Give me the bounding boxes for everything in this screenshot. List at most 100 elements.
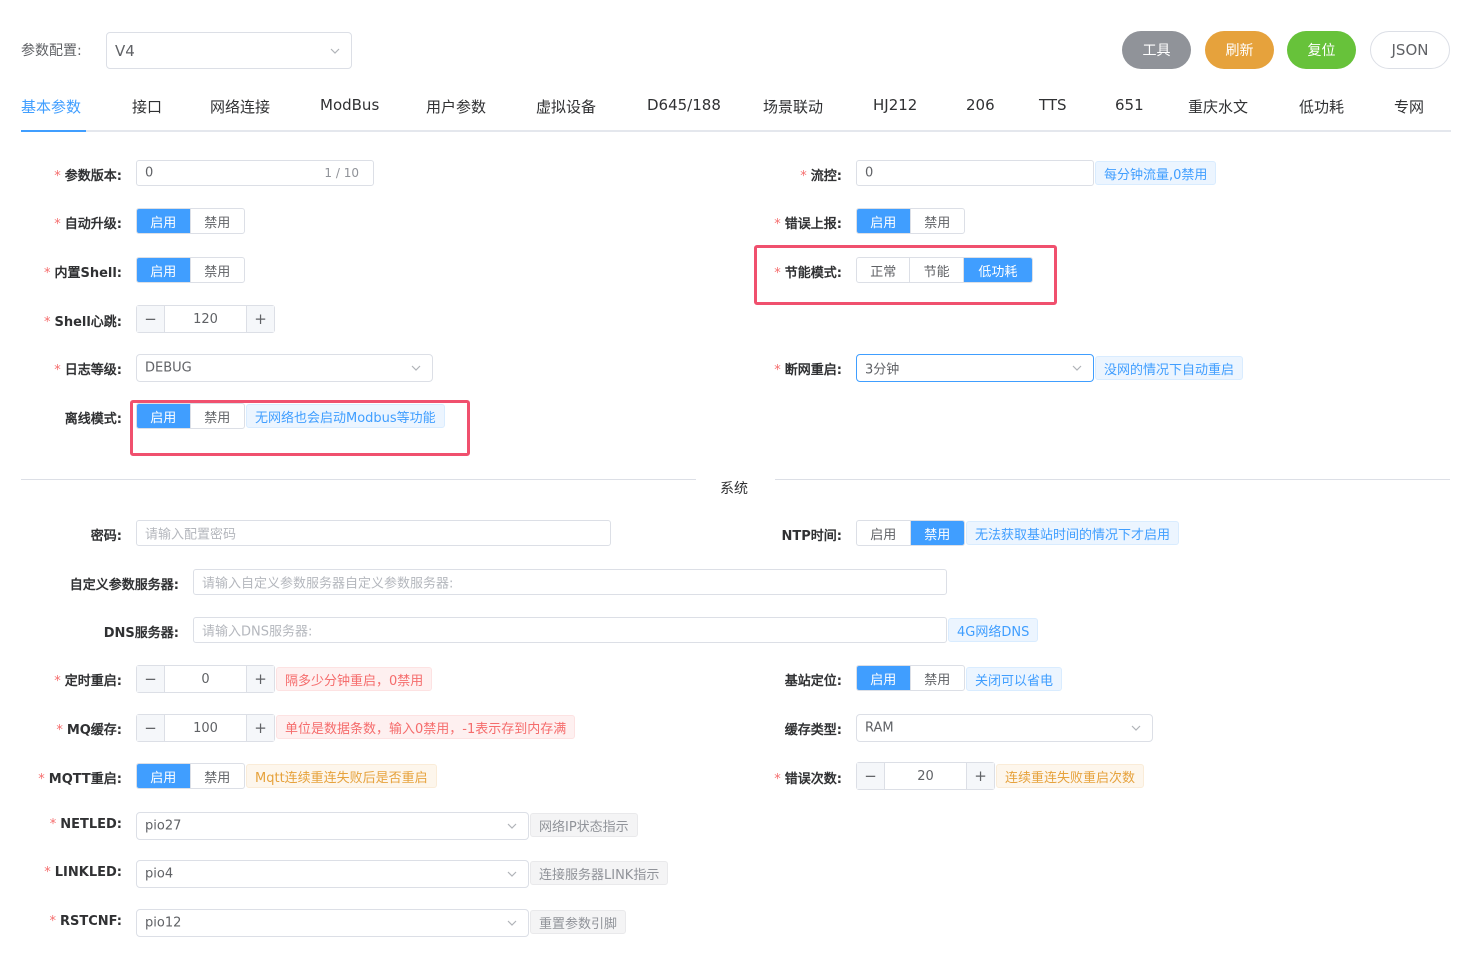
base-station-disable[interactable]: 禁用 bbox=[911, 666, 965, 690]
chevron-down-icon bbox=[1072, 365, 1082, 371]
error-count-label: * 错误次数: bbox=[774, 772, 842, 787]
log-level-select[interactable]: DEBUG bbox=[136, 354, 433, 382]
flow-control-hint: 每分钟流量,0禁用 bbox=[1095, 161, 1217, 185]
mqtt-restart-hint: Mqtt连续重连失败后是否重启 bbox=[246, 764, 437, 788]
shell-heartbeat-stepper: − 120 + bbox=[136, 305, 275, 333]
error-count-stepper: − 20 + bbox=[856, 762, 995, 790]
base-station-enable[interactable]: 启用 bbox=[857, 666, 911, 690]
mq-cache-stepper: − 100 + bbox=[136, 714, 275, 742]
tab-chongqing-hydrology[interactable]: 重庆水文 bbox=[1188, 96, 1248, 117]
tab-206[interactable]: 206 bbox=[966, 96, 995, 114]
linkled-select[interactable]: pio4 bbox=[136, 860, 529, 888]
linkled-hint: 连接服务器LINK指示 bbox=[530, 861, 669, 885]
offline-restart-label: * 断网重启: bbox=[774, 363, 842, 378]
tab-interface[interactable]: 接口 bbox=[132, 96, 162, 117]
chevron-down-icon bbox=[411, 365, 421, 371]
chevron-down-icon bbox=[507, 920, 517, 926]
netled-hint: 网络IP状态指示 bbox=[530, 813, 638, 837]
chevron-down-icon bbox=[507, 823, 517, 829]
increment-button[interactable]: + bbox=[966, 763, 994, 789]
mqtt-restart-label: * MQTT重启: bbox=[38, 772, 122, 787]
custom-server-input[interactable]: 请输入自定义参数服务器自定义参数服务器: bbox=[193, 569, 947, 595]
timed-restart-stepper: − 0 + bbox=[136, 665, 275, 693]
password-input[interactable]: 请输入配置密码 bbox=[136, 520, 611, 546]
netled-select[interactable]: pio27 bbox=[136, 812, 529, 840]
tab-hj212[interactable]: HJ212 bbox=[873, 96, 917, 114]
builtin-shell-enable[interactable]: 启用 bbox=[137, 258, 191, 282]
tab-scene-linkage[interactable]: 场景联动 bbox=[763, 96, 823, 117]
auto-upgrade-disable[interactable]: 禁用 bbox=[191, 209, 245, 233]
decrement-button[interactable]: − bbox=[857, 763, 885, 789]
tab-modbus[interactable]: ModBus bbox=[320, 96, 379, 114]
error-report-enable[interactable]: 启用 bbox=[857, 209, 911, 233]
char-counter: 1 / 10 bbox=[324, 166, 359, 180]
decrement-button[interactable]: − bbox=[137, 666, 165, 692]
param-version-label: * 参数版本: bbox=[54, 169, 122, 184]
timed-restart-hint: 隔多少分钟重启，0禁用 bbox=[276, 667, 433, 691]
tab-private-network[interactable]: 专网 bbox=[1394, 96, 1424, 117]
flow-control-label: * 流控: bbox=[800, 169, 842, 184]
param-version-input[interactable]: 0 1 / 10 bbox=[136, 160, 374, 186]
config-version-select[interactable]: V4 bbox=[106, 32, 352, 69]
highlight-box bbox=[754, 245, 1057, 305]
increment-button[interactable]: + bbox=[246, 306, 274, 332]
rstcnf-select[interactable]: pio12 bbox=[136, 909, 529, 937]
tool-button[interactable]: 工具 bbox=[1122, 31, 1191, 69]
flow-control-input[interactable]: 0 bbox=[856, 160, 1094, 186]
tab-low-power[interactable]: 低功耗 bbox=[1299, 96, 1344, 117]
chevron-down-icon bbox=[507, 871, 517, 877]
base-station-label: 基站定位: bbox=[784, 674, 842, 689]
tab-user-params[interactable]: 用户参数 bbox=[426, 96, 486, 117]
builtin-shell-toggle: 启用 禁用 bbox=[136, 257, 245, 283]
decrement-button[interactable]: − bbox=[137, 715, 165, 741]
json-button[interactable]: JSON bbox=[1370, 31, 1450, 69]
custom-server-label: 自定义参数服务器: bbox=[69, 578, 179, 593]
dns-server-label: DNS服务器: bbox=[103, 626, 179, 641]
error-report-disable[interactable]: 禁用 bbox=[911, 209, 965, 233]
ntp-time-label: NTP时间: bbox=[781, 529, 842, 544]
stepper-value[interactable]: 20 bbox=[885, 763, 966, 789]
offline-restart-select[interactable]: 3分钟 bbox=[856, 354, 1094, 382]
error-report-toggle: 启用 禁用 bbox=[856, 208, 965, 234]
dns-server-hint: 4G网络DNS bbox=[948, 618, 1039, 642]
increment-button[interactable]: + bbox=[246, 715, 274, 741]
highlight-box bbox=[130, 400, 470, 456]
log-level-label: * 日志等级: bbox=[54, 363, 122, 378]
tab-network[interactable]: 网络连接 bbox=[210, 96, 270, 117]
tab-tts[interactable]: TTS bbox=[1039, 96, 1067, 114]
refresh-button[interactable]: 刷新 bbox=[1205, 31, 1274, 69]
mq-cache-label: * MQ缓存: bbox=[56, 723, 122, 738]
tab-651[interactable]: 651 bbox=[1115, 96, 1144, 114]
stepper-value[interactable]: 100 bbox=[165, 715, 246, 741]
rstcnf-label: * RSTCNF: bbox=[49, 914, 122, 929]
ntp-time-disable[interactable]: 禁用 bbox=[910, 521, 964, 545]
tab-basic-params[interactable]: 基本参数 bbox=[21, 96, 81, 117]
reset-button[interactable]: 复位 bbox=[1287, 31, 1356, 69]
config-label: 参数配置: bbox=[21, 43, 82, 59]
mqtt-restart-enable[interactable]: 启用 bbox=[137, 764, 191, 788]
timed-restart-label: * 定时重启: bbox=[54, 674, 122, 689]
auto-upgrade-enable[interactable]: 启用 bbox=[137, 209, 191, 233]
ntp-time-toggle: 启用 禁用 bbox=[856, 520, 965, 546]
increment-button[interactable]: + bbox=[246, 666, 274, 692]
shell-heartbeat-label: * Shell心跳: bbox=[43, 315, 122, 330]
base-station-hint: 关闭可以省电 bbox=[966, 667, 1063, 691]
section-title-system: 系统 bbox=[720, 481, 748, 497]
tab-bar: 基本参数 接口 网络连接 ModBus 用户参数 虚拟设备 D645/188 场… bbox=[21, 96, 1451, 132]
auto-upgrade-label: * 自动升级: bbox=[54, 217, 122, 232]
rstcnf-hint: 重置参数引脚 bbox=[530, 910, 627, 934]
mqtt-restart-disable[interactable]: 禁用 bbox=[191, 764, 245, 788]
error-report-label: * 错误上报: bbox=[774, 217, 842, 232]
stepper-value[interactable]: 120 bbox=[165, 306, 246, 332]
cache-type-label: 缓存类型: bbox=[784, 723, 842, 738]
divider-line-left bbox=[21, 479, 696, 480]
stepper-value[interactable]: 0 bbox=[165, 666, 246, 692]
builtin-shell-disable[interactable]: 禁用 bbox=[191, 258, 245, 282]
dns-server-input[interactable]: 请输入DNS服务器: bbox=[193, 617, 947, 643]
tab-d645[interactable]: D645/188 bbox=[647, 96, 721, 114]
tab-virtual-device[interactable]: 虚拟设备 bbox=[536, 96, 596, 117]
decrement-button[interactable]: − bbox=[137, 306, 165, 332]
ntp-time-enable[interactable]: 启用 bbox=[857, 521, 911, 545]
ntp-time-hint: 无法获取基站时间的情况下才启用 bbox=[966, 521, 1180, 545]
cache-type-select[interactable]: RAM bbox=[856, 714, 1153, 742]
